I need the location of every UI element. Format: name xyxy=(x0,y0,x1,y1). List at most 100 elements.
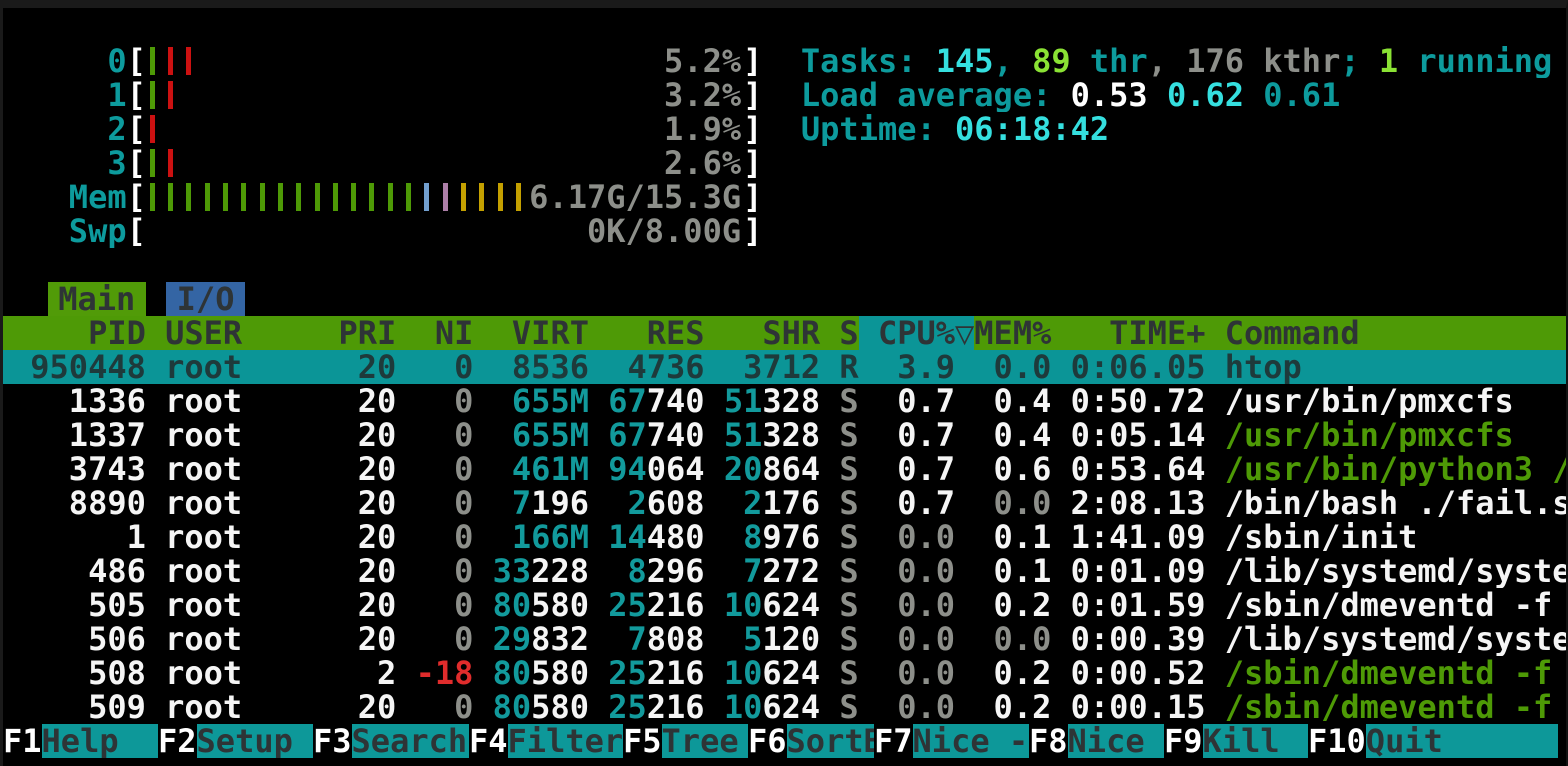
cell-cpu: 0.0 xyxy=(878,690,955,724)
cell-sort-spacer xyxy=(955,656,974,690)
col-header-command[interactable]: Command xyxy=(1225,316,1566,350)
meter-bar-tick xyxy=(443,183,448,211)
cell-virt: 80580 xyxy=(493,690,589,724)
fkey-action-label: Help xyxy=(42,724,158,758)
cell-ni: 0 xyxy=(416,520,474,554)
cell-mem: 0.2 xyxy=(974,656,1051,690)
col-header-time[interactable]: TIME+ xyxy=(1071,316,1206,350)
cell-pid: 508 xyxy=(11,656,146,690)
cell-command: /sbin/init xyxy=(1225,520,1566,554)
process-row-3743[interactable]: 3743root200461M9406420864S0.7 0.60:53.64… xyxy=(3,452,1566,486)
col-header-shr[interactable]: SHR xyxy=(724,316,820,350)
cell-sort-spacer xyxy=(955,418,974,452)
meter-value: 2.6% xyxy=(664,146,741,180)
cell-cpu: 0.0 xyxy=(878,656,955,690)
fkey-f9-kill[interactable]: F9Kill xyxy=(1164,724,1308,758)
meter-bar-tick xyxy=(479,183,484,211)
meter-label: Swp xyxy=(11,214,127,248)
meter-bar-tick xyxy=(241,183,246,211)
cell-command: /sbin/dmeventd -f xyxy=(1225,656,1566,690)
fkey-key-label: F10 xyxy=(1308,724,1366,758)
cell-ni: 0 xyxy=(416,690,474,724)
process-row-8890[interactable]: 8890root200719626082176S0.7 0.02:08.13/b… xyxy=(3,486,1566,520)
fkey-f1-help[interactable]: F1Help xyxy=(3,724,158,758)
fkey-f4-filter[interactable]: F4Filter xyxy=(469,724,623,758)
cell-ni: 0 xyxy=(416,486,474,520)
cell-user: root xyxy=(165,656,319,690)
fkey-key-label: F3 xyxy=(313,724,352,758)
col-header-s[interactable]: S xyxy=(839,316,858,350)
process-row-508[interactable]: 508root2-18805802521610624S0.0 0.20:00.5… xyxy=(3,656,1566,690)
fkey-action-label: Nice + xyxy=(1068,724,1164,758)
cell-res: 25216 xyxy=(608,588,704,622)
cell-pri: 2 xyxy=(339,656,397,690)
cell-virt: 80580 xyxy=(493,656,589,690)
meter-value: 0K/8.00G xyxy=(587,214,741,248)
cell-shr: 51328 xyxy=(724,418,820,452)
cell-mem: 0.0 xyxy=(974,486,1051,520)
meter-bar-tick xyxy=(315,183,320,211)
fkey-f6-sortby[interactable]: F6SortBy xyxy=(748,724,874,758)
col-header-ni[interactable]: NI xyxy=(416,316,474,350)
cell-ni: 0 xyxy=(416,418,474,452)
meter-bar-tick xyxy=(150,183,155,211)
screen-tabs: Main I/O xyxy=(3,282,1566,316)
cell-command: /sbin/dmeventd -f xyxy=(1225,690,1566,724)
meter-bar-tick xyxy=(516,183,521,211)
fkey-key-label: F2 xyxy=(158,724,197,758)
fkey-key-label: F7 xyxy=(874,724,913,758)
meter-label: Mem xyxy=(11,180,127,214)
cell-time: 0:01.09 xyxy=(1071,554,1206,588)
cell-mem: 0.0 xyxy=(974,622,1051,656)
fkey-key-label: F4 xyxy=(469,724,508,758)
cell-state: S xyxy=(839,622,858,656)
cell-user: root xyxy=(165,384,319,418)
col-header-pri[interactable]: PRI xyxy=(339,316,397,350)
fkey-f2-setup[interactable]: F2Setup xyxy=(158,724,313,758)
meter-line-swp: Swp[0K/8.00G] xyxy=(3,214,1566,248)
meter-bar-tick xyxy=(351,183,356,211)
process-row-1337[interactable]: 1337root200655M6774051328S0.7 0.40:05.14… xyxy=(3,418,1566,452)
col-header-mem[interactable]: MEM% xyxy=(974,316,1051,350)
cell-pri: 20 xyxy=(339,486,397,520)
col-header-user[interactable]: USER xyxy=(165,316,319,350)
meter-open-bracket: [ xyxy=(127,44,146,78)
process-row-950448[interactable]: 950448root200853647363712R3.9 0.00:06.05… xyxy=(3,350,1566,384)
meter-bar-tick xyxy=(369,183,374,211)
cell-cpu: 0.0 xyxy=(878,622,955,656)
cell-ni: 0 xyxy=(416,588,474,622)
meter-bar-tick xyxy=(205,183,210,211)
col-header-res[interactable]: RES xyxy=(608,316,704,350)
cell-virt: 29832 xyxy=(493,622,589,656)
tab-main[interactable]: Main xyxy=(48,282,146,316)
meter-label: 2 xyxy=(11,112,127,146)
process-row-506[interactable]: 506root2002983278085120S0.0 0.00:00.39/l… xyxy=(3,622,1566,656)
fkey-f3-search[interactable]: F3Search xyxy=(313,724,469,758)
meter-bar-tick xyxy=(498,183,503,211)
fkey-f8-nice[interactable]: F8Nice + xyxy=(1029,724,1164,758)
process-row-509[interactable]: 509root200805802521610624S0.0 0.20:00.15… xyxy=(3,690,1566,724)
blank-line-top xyxy=(3,10,1566,44)
process-row-486[interactable]: 486root2003322882967272S0.0 0.10:01.09/l… xyxy=(3,554,1566,588)
col-header-cpu[interactable]: CPU% xyxy=(878,316,955,350)
col-header-pid[interactable]: PID xyxy=(11,316,146,350)
cell-virt: 8536 xyxy=(493,350,589,384)
fkey-f10-quit[interactable]: F10Quit xyxy=(1308,724,1558,758)
cell-command: /usr/bin/pmxcfs xyxy=(1225,384,1566,418)
process-row-1[interactable]: 1root200166M144808976S0.0 0.11:41.09/sbi… xyxy=(3,520,1566,554)
fkey-f7-nice[interactable]: F7Nice - xyxy=(874,724,1029,758)
cell-mem: 0.4 xyxy=(974,418,1051,452)
process-row-505[interactable]: 505root200805802521610624S0.0 0.20:01.59… xyxy=(3,588,1566,622)
cell-virt: 655M xyxy=(493,384,589,418)
tab-io[interactable]: I/O xyxy=(166,282,245,316)
cell-state: S xyxy=(839,690,858,724)
meter-bar-tick xyxy=(424,183,429,211)
cell-time: 0:00.39 xyxy=(1071,622,1206,656)
col-header-virt[interactable]: VIRT xyxy=(493,316,589,350)
cell-virt: 166M xyxy=(493,520,589,554)
function-key-bar: F1HelpF2SetupF3SearchF4FilterF5TreeF6Sor… xyxy=(3,724,1566,758)
fkey-f5-tree[interactable]: F5Tree xyxy=(623,724,748,758)
process-row-1336[interactable]: 1336root200655M6774051328S0.7 0.40:50.72… xyxy=(3,384,1566,418)
cell-pri: 20 xyxy=(339,622,397,656)
uptime-summary: Uptime: 06:18:42 xyxy=(801,112,1109,146)
